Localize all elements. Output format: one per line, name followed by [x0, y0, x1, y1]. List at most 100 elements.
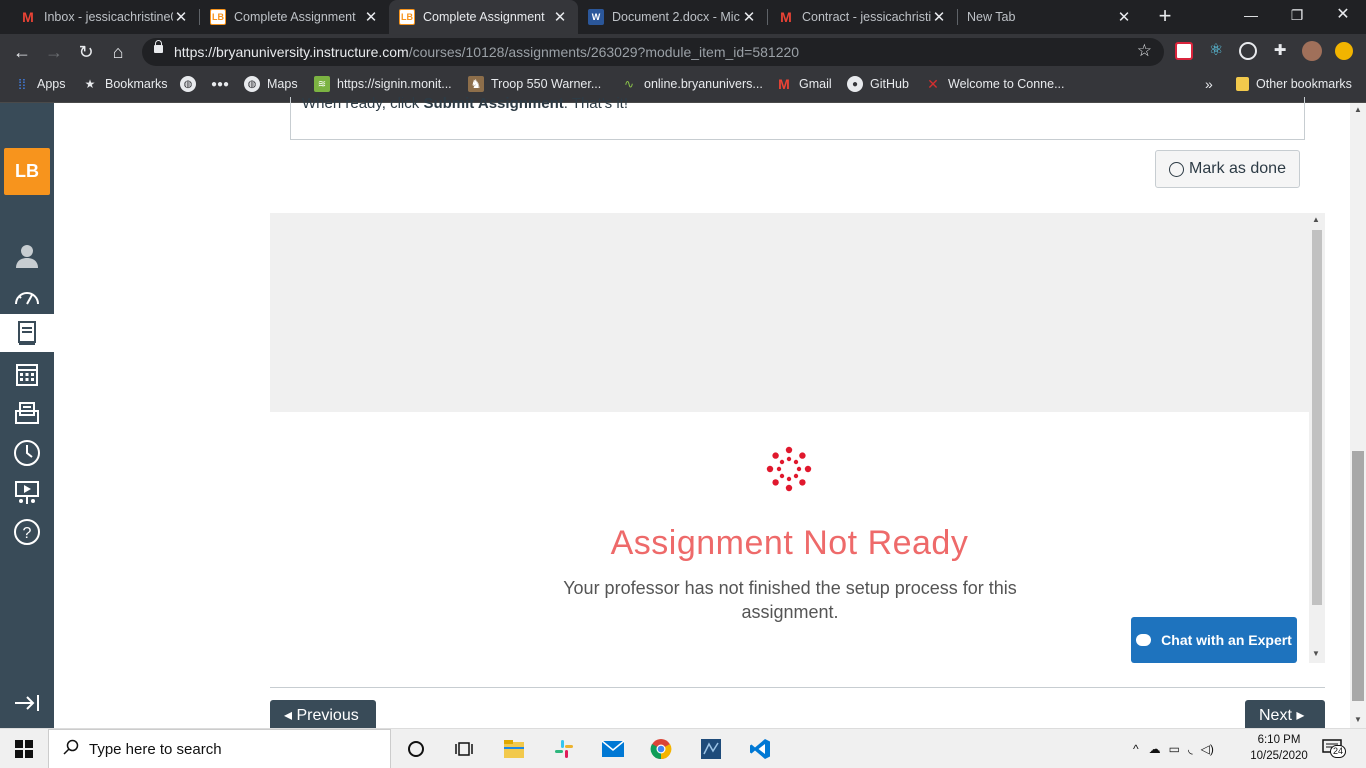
- tab-inbox[interactable]: M Inbox - jessicachristine0 ✕: [10, 0, 199, 34]
- iframe-scrollbar[interactable]: ▲ ▼: [1309, 213, 1325, 663]
- close-window-icon[interactable]: ✕: [1320, 0, 1366, 30]
- mysql-workbench-icon[interactable]: [699, 737, 723, 761]
- next-button[interactable]: Next ▸: [1245, 700, 1325, 730]
- profile-avatar[interactable]: [1302, 41, 1322, 61]
- courses-icon[interactable]: [0, 314, 54, 352]
- tab-title: Complete Assignment: [423, 10, 545, 24]
- assignment-not-ready-message: Your professor has not finished the setu…: [563, 578, 1017, 622]
- tab-contract[interactable]: M Contract - jessicachristi ✕: [768, 0, 957, 34]
- vscode-icon[interactable]: [748, 737, 772, 761]
- global-navigation: LB ?: [0, 103, 54, 728]
- forward-icon[interactable]: →: [42, 40, 66, 64]
- tab-complete-assignment-1[interactable]: LB Complete Assignment ✕: [200, 0, 389, 34]
- logo-text: LB: [15, 161, 39, 181]
- inbox-icon[interactable]: [0, 394, 54, 432]
- url-host: https://bryanuniversity.instructure.com: [174, 44, 409, 60]
- assignment-instructions: When ready, click Submit Assignment. Tha…: [290, 95, 1305, 140]
- slack-icon[interactable]: [552, 737, 576, 761]
- tab-complete-assignment-active[interactable]: LB Complete Assignment ✕: [389, 0, 578, 34]
- back-icon[interactable]: ←: [10, 40, 34, 64]
- previous-button[interactable]: ◂ Previous: [270, 700, 376, 730]
- bookmark-gmail[interactable]: M Gmail: [776, 70, 832, 98]
- mark-as-done-button[interactable]: Mark as done: [1155, 150, 1300, 188]
- bookmark-star-icon[interactable]: ☆: [1137, 41, 1152, 61]
- action-center-icon[interactable]: 24: [1322, 729, 1347, 768]
- extension-pocket-icon[interactable]: [1175, 42, 1193, 60]
- update-icon[interactable]: [1335, 42, 1353, 60]
- bookmark-welcome-connect[interactable]: ✕ Welcome to Conne...: [925, 70, 1065, 98]
- scroll-up-arrow-icon[interactable]: ▲: [1354, 105, 1362, 114]
- tab-document-2[interactable]: W Document 2.docx - Mic ✕: [578, 0, 767, 34]
- bookmarks-overflow-button[interactable]: »: [1205, 70, 1213, 98]
- tab-title: New Tab: [967, 10, 1016, 24]
- screen: M Inbox - jessicachristine0 ✕ LB Complet…: [0, 0, 1366, 768]
- chrome-icon[interactable]: [649, 737, 673, 761]
- close-tab-icon[interactable]: ✕: [1116, 8, 1132, 26]
- close-tab-icon[interactable]: ✕: [363, 8, 379, 26]
- url-text[interactable]: https://bryanuniversity.instructure.com/…: [174, 44, 799, 60]
- scroll-up-arrow-icon[interactable]: ▲: [1312, 215, 1320, 224]
- close-tab-icon[interactable]: ✕: [741, 8, 757, 26]
- react-devtools-icon[interactable]: ⚛: [1207, 42, 1225, 60]
- troop-icon: ♞: [468, 76, 484, 92]
- reload-icon[interactable]: ↻: [74, 40, 98, 64]
- bookmark-bookmarks[interactable]: ★ Bookmarks: [82, 70, 168, 98]
- bookmark-label: Gmail: [799, 77, 832, 91]
- wifi-icon[interactable]: ◟: [1188, 742, 1193, 756]
- bookmark-globe[interactable]: ◍: [180, 70, 203, 98]
- close-tab-icon[interactable]: ✕: [552, 8, 568, 26]
- tab-title: Complete Assignment: [234, 10, 356, 24]
- history-icon[interactable]: [0, 434, 54, 472]
- bookmark-label: Welcome to Conne...: [948, 77, 1065, 91]
- tab-new-tab[interactable]: New Tab ✕: [957, 0, 1142, 34]
- bookmark-people[interactable]: ●●●: [211, 70, 235, 98]
- url-path: /courses/10128/assignments/263029?module…: [408, 44, 800, 60]
- minimize-icon[interactable]: —: [1228, 0, 1274, 30]
- lb-logo[interactable]: LB: [4, 148, 50, 195]
- studio-icon[interactable]: [0, 474, 54, 512]
- bookmark-other[interactable]: Other bookmarks: [1236, 70, 1352, 98]
- restore-icon[interactable]: ❐: [1274, 0, 1320, 30]
- new-tab-button[interactable]: +: [1153, 5, 1177, 29]
- task-view-icon[interactable]: [452, 737, 476, 761]
- file-explorer-icon[interactable]: [502, 737, 526, 761]
- gmail-icon: M: [22, 9, 34, 25]
- bookmark-signin-monit[interactable]: ≋ https://signin.monit...: [314, 70, 452, 98]
- home-icon[interactable]: ⌂: [106, 40, 130, 64]
- dashboard-icon[interactable]: [0, 278, 54, 316]
- mail-icon[interactable]: [601, 737, 625, 761]
- collapse-nav-icon[interactable]: [0, 684, 54, 722]
- address-bar[interactable]: https://bryanuniversity.instructure.com/…: [142, 38, 1164, 66]
- extensions-puzzle-icon[interactable]: ✚: [1271, 42, 1289, 60]
- close-tab-icon[interactable]: ✕: [173, 8, 189, 26]
- bookmark-github[interactable]: ● GitHub: [847, 70, 909, 98]
- taskbar-clock[interactable]: 6:10 PM 10/25/2020: [1248, 732, 1310, 764]
- bookmark-apps[interactable]: ⁞⁞ Apps: [14, 70, 65, 98]
- close-tab-icon[interactable]: ✕: [931, 8, 947, 26]
- scroll-down-arrow-icon[interactable]: ▼: [1312, 649, 1320, 658]
- bookmark-troop-550[interactable]: ♞ Troop 550 Warner...: [468, 70, 601, 98]
- search-icon: [63, 739, 79, 759]
- page-scrollbar[interactable]: ▲ ▼: [1350, 103, 1366, 728]
- onedrive-icon[interactable]: ☁: [1149, 742, 1161, 756]
- chat-with-expert-button[interactable]: Chat with an Expert: [1131, 617, 1297, 663]
- windows-start-icon[interactable]: [0, 729, 48, 768]
- scroll-down-arrow-icon[interactable]: ▼: [1354, 715, 1362, 724]
- bookmark-online-bryan[interactable]: ∿ online.bryanunivers...: [621, 70, 763, 98]
- windows-taskbar: Type here to search ^ ☁ ▭ ◟ ◁) 6:10 PM 1…: [0, 728, 1366, 768]
- iframe-scrollbar-thumb[interactable]: [1312, 230, 1322, 605]
- page-scrollbar-thumb[interactable]: [1352, 451, 1364, 701]
- extension-target-icon[interactable]: [1239, 42, 1257, 60]
- tray-overflow-icon[interactable]: ^: [1133, 742, 1139, 756]
- cortana-icon[interactable]: [404, 737, 428, 761]
- taskbar-search-box[interactable]: Type here to search: [48, 729, 391, 768]
- calendar-icon[interactable]: [0, 355, 54, 393]
- iframe-header-area: [270, 213, 1309, 412]
- bookmark-label: https://signin.monit...: [337, 77, 452, 91]
- battery-icon[interactable]: ▭: [1169, 742, 1180, 756]
- account-icon[interactable]: [0, 236, 54, 274]
- help-icon[interactable]: ?: [0, 513, 54, 551]
- bookmark-maps[interactable]: ◍ Maps: [244, 70, 298, 98]
- volume-icon[interactable]: ◁): [1201, 742, 1214, 756]
- bryan-icon: ∿: [623, 77, 635, 91]
